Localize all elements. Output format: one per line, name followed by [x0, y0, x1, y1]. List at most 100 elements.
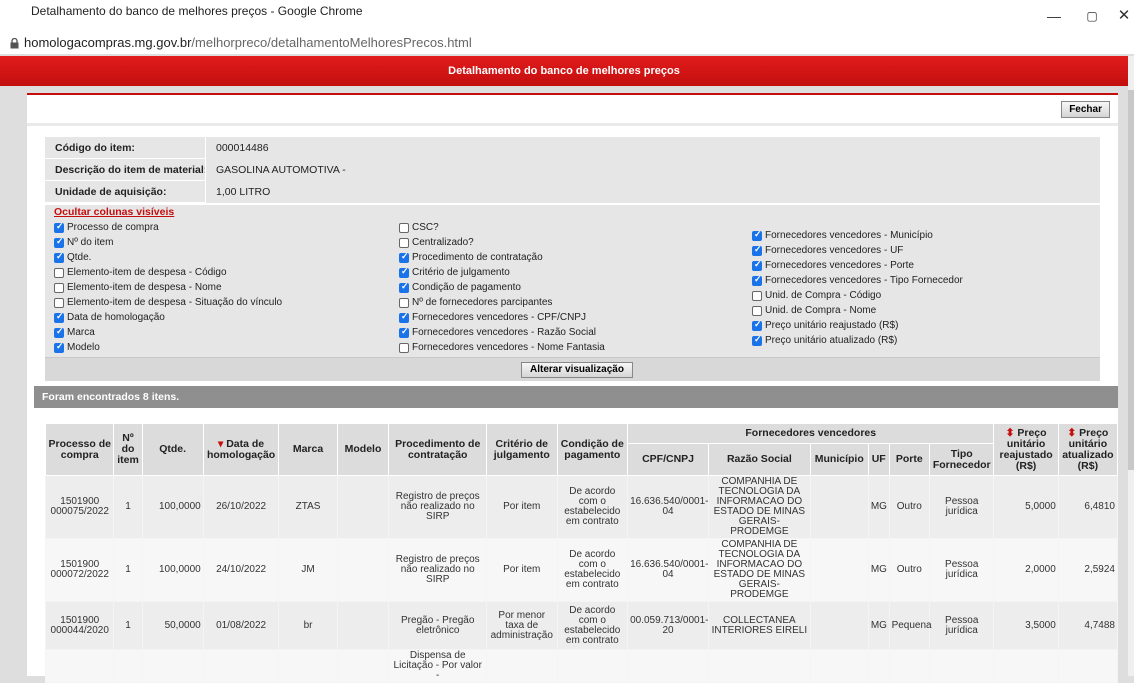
checkbox[interactable] — [399, 222, 409, 233]
checkbox[interactable] — [399, 326, 409, 338]
checkbox-label: Preço unitário reajustado (R$) — [765, 320, 899, 331]
col-header-condicao[interactable]: Condição de pagamento — [556, 423, 629, 476]
close-button[interactable]: Fechar — [1061, 101, 1110, 118]
column-option[interactable]: Nº de fornecedores parcipantes — [399, 295, 605, 310]
column-option[interactable]: Nº do item — [54, 235, 282, 250]
cell-municipio — [809, 475, 869, 539]
checkbox[interactable] — [752, 319, 762, 331]
col-header-item[interactable]: Nº do item — [113, 423, 143, 476]
column-option[interactable]: Fornecedores vencedores - UF — [752, 243, 963, 258]
table-row: 1501900 000044/2020 1 50,0000 01/08/2022 br P… — [44, 601, 1119, 650]
col-header-municipio[interactable]: Município — [809, 443, 869, 476]
column-option[interactable]: Fornecedores vencedores - CPF/CNPJ — [399, 310, 605, 325]
hide-columns-link[interactable]: Ocultar colunas visíveis — [54, 206, 174, 218]
cell-municipio — [809, 649, 869, 683]
cell-porte — [888, 649, 931, 683]
checkbox[interactable] — [54, 236, 64, 248]
col-header-cpf[interactable]: CPF/CNPJ — [627, 443, 710, 476]
window-title: Detalhamento do banco de melhores preços… — [31, 4, 363, 18]
cell-porte: Pequena — [888, 601, 932, 650]
column-option[interactable]: Critério de julgamento — [399, 265, 605, 280]
col-header-marca[interactable]: Marca — [278, 423, 338, 476]
checkbox[interactable] — [752, 244, 762, 256]
checkbox-label: Nº do item — [67, 237, 114, 248]
column-option[interactable]: Elemento-item de despesa - Situação do v… — [54, 295, 282, 310]
checkbox[interactable] — [399, 237, 409, 248]
scrollbar-thumb[interactable] — [1128, 90, 1134, 470]
checkbox[interactable] — [752, 259, 762, 271]
checkbox[interactable] — [54, 221, 64, 233]
checkbox[interactable] — [752, 290, 762, 301]
column-option[interactable]: Data de homologação — [54, 310, 282, 325]
col-header-preco-atual[interactable]: ⬍ Preço unitário atualizado (R$) — [1057, 423, 1119, 476]
minimize-button[interactable]: — — [1034, 0, 1074, 34]
apply-view-button[interactable]: Alterar visualização — [521, 362, 633, 378]
cell-atual: 6,4810 — [1057, 475, 1119, 539]
checkbox[interactable] — [54, 341, 64, 353]
checkbox[interactable] — [54, 267, 64, 278]
checkbox[interactable] — [54, 282, 64, 293]
column-option[interactable]: Unid. de Compra - Nome — [752, 303, 963, 318]
table-row: 1501900 000075/2022 1 100,0000 26/10/2022 ZT… — [44, 475, 1119, 539]
cell-reaj — [993, 649, 1059, 683]
column-option[interactable]: Fornecedores vencedores - Município — [752, 228, 963, 243]
checkbox[interactable] — [399, 342, 409, 353]
results-count: Foram encontrados 8 itens. — [34, 386, 1118, 408]
checkbox[interactable] — [752, 305, 762, 316]
checkbox[interactable] — [54, 297, 64, 308]
column-option[interactable]: Fornecedores vencedores - Porte — [752, 258, 963, 273]
column-option[interactable]: Unid. de Compra - Código — [752, 288, 963, 303]
col-header-razao[interactable]: Razão Social — [708, 443, 811, 476]
column-option[interactable]: Preço unitário reajustado (R$) — [752, 318, 963, 333]
checkbox[interactable] — [399, 266, 409, 278]
col-header-tipo[interactable]: Tipo Fornecedor — [929, 443, 995, 476]
cell-procedimento: Dispensa de Licitação - Por valor - — [388, 649, 487, 683]
column-option[interactable]: CSC? — [399, 220, 605, 235]
col-header-uf[interactable]: UF — [867, 443, 890, 476]
checkbox[interactable] — [399, 281, 409, 293]
checkbox[interactable] — [54, 326, 64, 338]
checkbox[interactable] — [54, 251, 64, 263]
checkbox[interactable] — [752, 334, 762, 346]
col-header-criterio[interactable]: Critério de julgamento — [485, 423, 558, 476]
checkbox[interactable] — [399, 297, 409, 308]
close-window-button[interactable]: ✕ — [1104, 0, 1134, 34]
checkbox[interactable] — [752, 229, 762, 241]
column-option[interactable]: Procedimento de contratação — [399, 250, 605, 265]
col-header-data[interactable]: ▾ Data de homologação — [202, 423, 280, 476]
cell-processo — [44, 649, 115, 683]
col-header-porte[interactable]: Porte — [888, 443, 931, 476]
column-option[interactable]: Elemento-item de despesa - Código — [54, 265, 282, 280]
column-option[interactable]: Centralizado? — [399, 235, 605, 250]
column-option[interactable]: Marca — [54, 325, 282, 340]
column-option[interactable]: Modelo — [54, 340, 282, 355]
column-option[interactable]: Fornecedores vencedores - Nome Fantasia — [399, 340, 605, 355]
url-text[interactable]: homologacompras.mg.gov.br/melhorpreco/de… — [24, 35, 472, 50]
column-option[interactable]: Fornecedores vencedores - Tipo Fornecedo… — [752, 273, 963, 288]
checkbox-label: Procedimento de contratação — [412, 252, 543, 263]
divider — [27, 123, 1118, 126]
checkbox[interactable] — [399, 311, 409, 323]
address-bar[interactable]: homologacompras.mg.gov.br/melhorpreco/de… — [0, 34, 1134, 54]
column-option[interactable]: Qtde. — [54, 250, 282, 265]
column-option[interactable]: Preço unitário atualizado (R$) — [752, 333, 963, 348]
column-option[interactable]: Processo de compra — [54, 220, 282, 235]
cell-criterio: Por menor taxa de administração — [485, 601, 558, 650]
col-header-qtde[interactable]: Qtde. — [141, 423, 204, 476]
cell-uf — [867, 649, 890, 683]
checkbox[interactable] — [399, 251, 409, 263]
page-title: Detalhamento do banco de melhores preços — [448, 65, 680, 77]
col-header-procedimento[interactable]: Procedimento de contratação — [388, 423, 487, 476]
col-header-processo[interactable]: Processo de compra — [44, 423, 115, 476]
checkbox[interactable] — [54, 311, 64, 323]
col-header-preco-reaj[interactable]: ⬍ Preço unitário reajustado (R$) — [993, 423, 1059, 476]
column-option[interactable]: Fornecedores vencedores - Razão Social — [399, 325, 605, 340]
col-header-modelo[interactable]: Modelo — [336, 423, 390, 476]
apply-bar: Alterar visualização — [45, 357, 1100, 381]
column-option[interactable]: Elemento-item de despesa - Nome — [54, 280, 282, 295]
url-host: homologacompras.mg.gov.br — [24, 35, 192, 50]
column-option[interactable]: Condição de pagamento — [399, 280, 605, 295]
checkbox[interactable] — [752, 274, 762, 286]
checkbox-label: Fornecedores vencedores - UF — [765, 245, 904, 256]
page-scrollbar[interactable] — [1128, 56, 1134, 676]
